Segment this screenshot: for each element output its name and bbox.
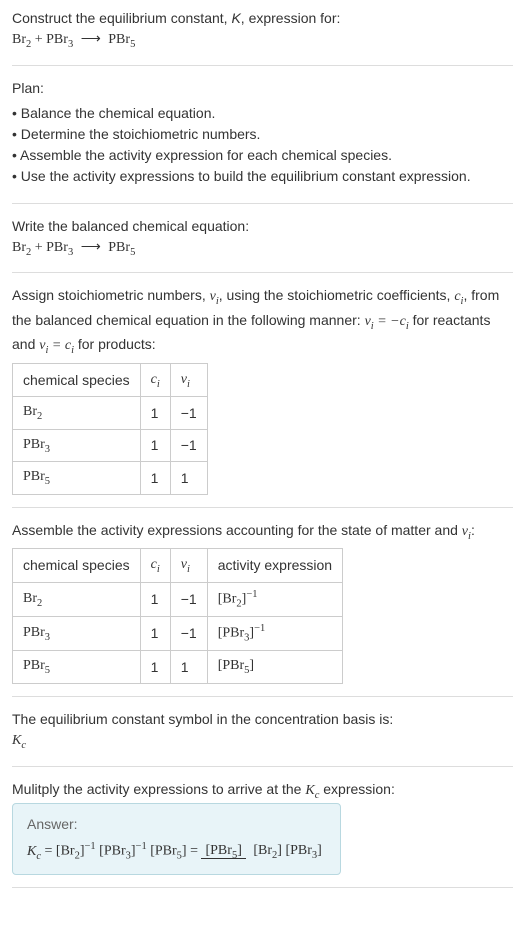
plan-item: Balance the chemical equation. [12,103,513,124]
activity-text: Assemble the activity expressions accoun… [12,520,513,545]
equation-balanced: Br2 + PBr3 ⟶ PBr5 [12,237,513,261]
cell-c: 1 [140,429,170,462]
plan-item: Use the activity expressions to build th… [12,166,513,187]
table-row: PBr3 1 −1 [13,429,208,462]
table-header-row: chemical species ci νi activity expressi… [13,549,343,583]
cell-species: PBr3 [13,429,141,462]
intro-text: Construct the equilibrium constant, K, e… [12,8,513,29]
symbol-text: The equilibrium constant symbol in the c… [12,709,513,730]
header-ci: ci [140,363,170,397]
header-nui: νi [170,549,207,583]
cell-nu: 1 [170,651,207,684]
answer-label: Answer: [27,814,326,835]
cell-c: 1 [140,651,170,684]
header-ci: ci [140,549,170,583]
equation-unbalanced: Br2 + PBr3 ⟶ PBr5 [12,29,513,53]
cell-c: 1 [140,462,170,495]
cell-nu: −1 [170,583,207,617]
cell-nu: 1 [170,462,207,495]
plan-list: Balance the chemical equation. Determine… [12,103,513,187]
balanced-section: Write the balanced chemical equation: Br… [12,216,513,274]
cell-c: 1 [140,583,170,617]
cell-expr: [Br2]−1 [207,583,342,617]
header-species: chemical species [13,549,141,583]
stoich-text: Assign stoichiometric numbers, νi, using… [12,285,513,359]
intro-k: K [231,10,240,26]
table-row: Br2 1 −1 [Br2]−1 [13,583,343,617]
cell-species: PBr5 [13,651,141,684]
intro-text-1: Construct the equilibrium constant, [12,10,231,26]
cell-expr: [PBr5] [207,651,342,684]
cell-nu: −1 [170,617,207,651]
plan-item: Determine the stoichiometric numbers. [12,124,513,145]
table-header-row: chemical species ci νi [13,363,208,397]
activity-table: chemical species ci νi activity expressi… [12,548,343,684]
stoich-table: chemical species ci νi Br2 1 −1 PBr3 1 −… [12,363,208,495]
cell-species: PBr5 [13,462,141,495]
cell-c: 1 [140,397,170,430]
cell-expr: [PBr3]−1 [207,617,342,651]
multiply-text: Mulitply the activity expressions to arr… [12,779,513,804]
plan-title: Plan: [12,78,513,99]
cell-c: 1 [140,617,170,651]
plan-section: Plan: Balance the chemical equation. Det… [12,78,513,204]
intro-section: Construct the equilibrium constant, K, e… [12,8,513,66]
intro-text-2: , expression for: [241,10,341,26]
kc-symbol: Kc [12,730,513,754]
table-row: PBr5 1 1 [13,462,208,495]
stoich-section: Assign stoichiometric numbers, νi, using… [12,285,513,508]
cell-nu: −1 [170,397,207,430]
header-nui: νi [170,363,207,397]
plan-item: Assemble the activity expression for eac… [12,145,513,166]
cell-nu: −1 [170,429,207,462]
cell-species: PBr3 [13,617,141,651]
activity-section: Assemble the activity expressions accoun… [12,520,513,697]
answer-expression: Kc = [Br2]−1 [PBr3]−1 [PBr5] = [PBr5] [B… [27,839,326,864]
symbol-section: The equilibrium constant symbol in the c… [12,709,513,767]
header-species: chemical species [13,363,141,397]
table-row: Br2 1 −1 [13,397,208,430]
answer-box: Answer: Kc = [Br2]−1 [PBr3]−1 [PBr5] = [… [12,803,341,875]
table-row: PBr5 1 1 [PBr5] [13,651,343,684]
table-row: PBr3 1 −1 [PBr3]−1 [13,617,343,651]
balanced-title: Write the balanced chemical equation: [12,216,513,237]
cell-species: Br2 [13,397,141,430]
header-activity: activity expression [207,549,342,583]
multiply-section: Mulitply the activity expressions to arr… [12,779,513,889]
cell-species: Br2 [13,583,141,617]
